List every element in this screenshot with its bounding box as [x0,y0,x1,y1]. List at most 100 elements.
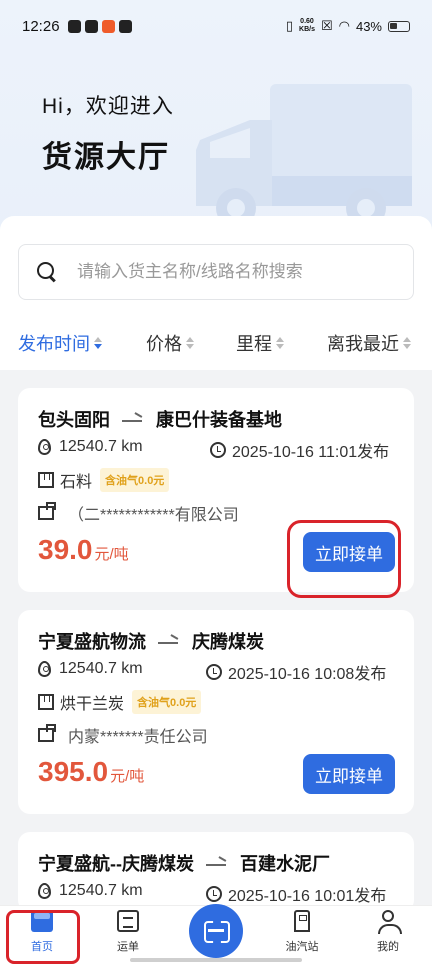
tiktok-icon [67,19,81,33]
search-panel: 发布时间 价格 里程 离我最近 [0,216,432,370]
nosim-icon: ☒ [320,18,333,33]
cargo-card[interactable]: 宁夏盛航物流 庆腾煤炭 12540.7 km 2025-10-16 10:08发… [18,610,414,814]
sort-nearest[interactable]: 离我最近 [327,330,411,356]
tab-orders[interactable]: 运单 [98,910,158,954]
page-title: 货源大厅 [42,141,170,174]
price-unit: 元/吨 [94,546,129,563]
sort-mileage-label: 里程 [236,334,272,354]
clock-icon [206,664,222,680]
route-destination: 庆腾煤炭 [192,632,264,652]
battery-percent: 43% [355,18,382,34]
arrow-right-icon [206,858,228,868]
clock-icon [210,442,226,458]
status-bar: 12:26 ▯ 0.60 KB/s ☒ ◠ 43% [0,0,432,52]
highlight-box [287,520,401,598]
status-right: ▯ 0.60 KB/s ☒ ◠ 43% [286,18,410,34]
sort-publish-time-label: 发布时间 [18,334,90,354]
route: 包头固阳 康巴什装备基地 [38,406,282,432]
cargo-card[interactable]: 宁夏盛航--庆腾煤炭 百建水泥厂 12540.7 km 2025-10-16 1… [18,832,414,912]
net-speed-value: 0.60 [300,18,314,25]
company-row: （二************有限公司 [38,501,239,525]
user-icon [378,910,402,934]
package-icon [38,472,54,488]
distance: 12540.7 km [59,438,143,455]
net-speed-unit: KB/s [299,26,315,33]
distance: 12540.7 km [59,882,143,899]
fuel-tag: 含油气0.0元 [100,468,170,492]
app-icon [84,19,98,33]
sort-arrows-icon [94,337,102,349]
tab-me-label: 我的 [377,941,399,953]
vibrate-icon: ▯ [285,18,294,33]
goods-row: 烘干兰炭 含油气0.0元 [38,690,202,714]
search-icon [37,262,57,282]
arrow-right-icon [158,636,180,646]
goods-name: 石料 [60,474,93,491]
sort-mileage[interactable]: 里程 [236,330,284,356]
sort-arrows-icon [276,337,284,349]
package-icon [38,694,54,710]
route-destination: 康巴什装备基地 [156,410,282,430]
route-destination: 百建水泥厂 [240,854,330,874]
clock-icon [206,886,222,902]
wifi-icon: ◠ [338,18,350,33]
sort-publish-time[interactable]: 发布时间 [18,330,102,356]
accept-order-button[interactable]: 立即接单 [303,754,395,794]
price: 39.0 元/吨 [38,534,129,566]
route: 宁夏盛航物流 庆腾煤炭 [38,628,264,654]
hero-banner: 12:26 ▯ 0.60 KB/s ☒ ◠ 43% Hi，欢迎进入 货源大厅 [0,0,432,240]
scan-button[interactable] [189,904,243,958]
tab-gas-label: 油汽站 [285,941,319,953]
location-pin-icon [38,883,51,899]
publish-row: 2025-10-16 11:01发布 [210,438,389,462]
distance-row: 12540.7 km [38,882,143,900]
battery-icon [388,20,410,32]
sort-arrows-icon [403,337,411,349]
sort-bar: 发布时间 价格 里程 离我最近 [0,324,432,358]
highlight-box [6,910,80,964]
sort-nearest-label: 离我最近 [327,334,399,354]
sort-arrows-icon [186,337,194,349]
company-row: 内蒙*******责任公司 [38,723,208,747]
publish-row: 2025-10-16 10:01发布 [206,882,386,906]
distance: 12540.7 km [59,660,143,677]
status-time: 12:26 [22,17,60,35]
distance-row: 12540.7 km [38,660,143,678]
company-name: （二************有限公司 [68,507,239,524]
publish-time: 2025-10-16 10:08发布 [228,666,387,683]
price: 395.0 元/吨 [38,756,144,788]
notification-icons [67,19,132,33]
tab-me[interactable]: 我的 [358,910,418,954]
sort-price-label: 价格 [146,334,182,354]
price-value: 395.0 [38,756,109,787]
publish-time: 2025-10-16 10:01发布 [228,888,387,905]
fuel-tag: 含油气0.0元 [132,690,202,714]
net-speed: 0.60 KB/s [299,18,315,34]
app-icon-orange [101,19,115,33]
publish-time: 2025-10-16 11:01发布 [232,444,390,461]
gas-pump-icon [294,910,310,932]
search-box[interactable] [18,244,414,300]
sort-price[interactable]: 价格 [146,330,194,356]
route-origin: 包头固阳 [38,410,110,430]
waybill-icon [117,910,139,932]
location-pin-icon [38,661,51,677]
distance-row: 12540.7 km [38,438,143,456]
building-icon [38,724,56,742]
goods-row: 石料 含油气0.0元 [38,468,170,492]
tab-gas-station[interactable]: 油汽站 [272,910,332,954]
company-name: 内蒙*******责任公司 [68,729,208,746]
route: 宁夏盛航--庆腾煤炭 百建水泥厂 [38,850,330,876]
home-indicator [130,958,302,962]
building-icon [38,502,56,520]
message-icon [118,19,132,33]
price-value: 39.0 [38,534,93,565]
search-input[interactable] [77,262,397,282]
goods-name: 烘干兰炭 [60,696,125,713]
route-origin: 宁夏盛航--庆腾煤炭 [38,854,194,874]
price-unit: 元/吨 [110,768,145,785]
scan-icon [204,921,228,941]
tab-orders-label: 运单 [117,941,139,953]
greeting-text: Hi，欢迎进入 [42,95,174,118]
location-pin-icon [38,439,51,455]
